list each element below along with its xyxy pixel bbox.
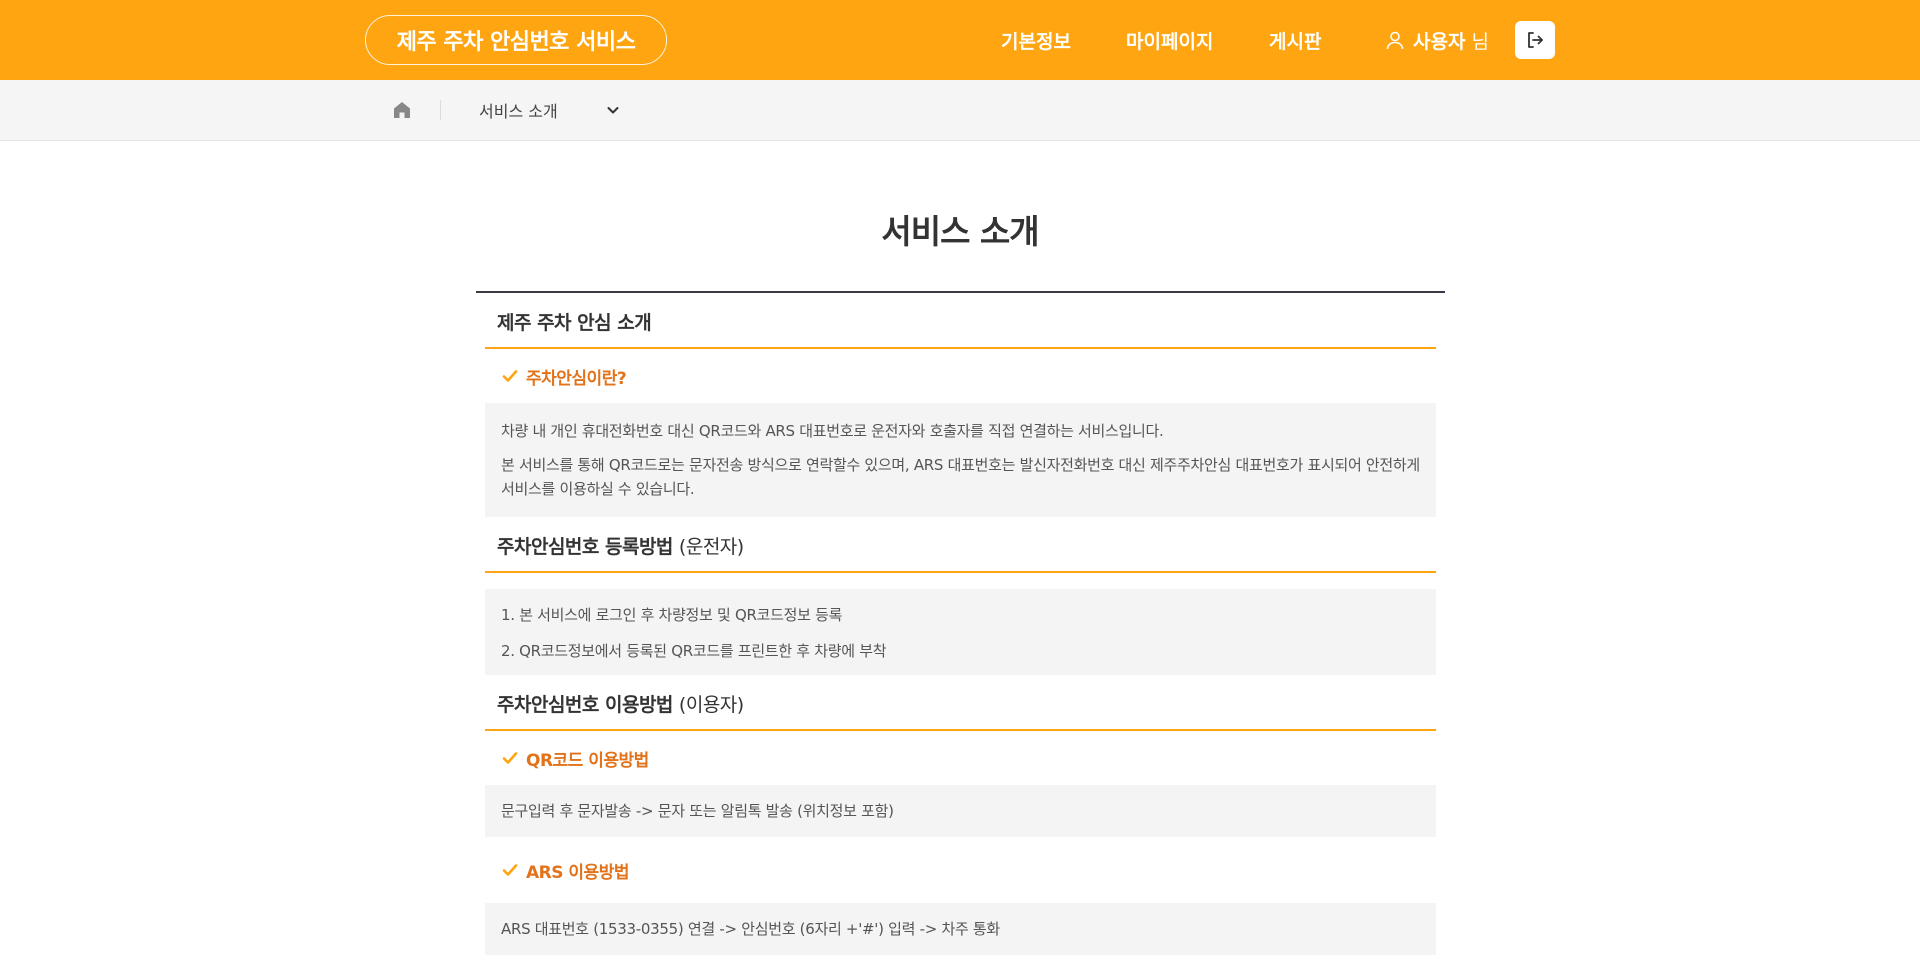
nav-board[interactable]: 게시판 [1269, 27, 1321, 54]
section-title: 주차안심번호 이용방법 (이용자) [485, 675, 1436, 731]
home-icon[interactable] [391, 99, 413, 121]
check-icon [502, 863, 518, 877]
info-text: 본 서비스를 통해 QR코드로는 문자전송 방식으로 연락할수 있으며, ARS… [501, 456, 1420, 498]
info-box: ARS 대표번호 (1533-0355) 연결 -> 안심번호 (6자리 +'#… [485, 903, 1436, 955]
section-title: 주차안심번호 등록방법 (운전자) [485, 517, 1436, 573]
page-title: 서비스 소개 [881, 212, 1039, 251]
sub-title-text: QR코드 이용방법 [526, 750, 649, 771]
step-text: 1. 본 서비스에 로그인 후 차량정보 및 QR코드정보 등록 [501, 606, 843, 624]
section-title-text: 주차안심번호 등록방법 [497, 536, 673, 558]
sub-title-text: ARS 이용방법 [526, 862, 629, 883]
section-intro: 제주 주차 안심 소개 주차안심이란? 차량 내 개인 휴대전화번호 대신 QR… [476, 293, 1445, 517]
section-title: 제주 주차 안심 소개 [485, 293, 1436, 349]
section-title-qualifier: (운전자) [678, 536, 744, 558]
nav-mypage[interactable]: 마이페이지 [1126, 27, 1213, 54]
breadcrumb-bar: 서비스 소개 [0, 80, 1920, 141]
user-name: 사용자 [1413, 30, 1466, 53]
sub-title: 주차안심이란? [485, 349, 1436, 403]
section-title-text: 주차안심번호 이용방법 [497, 694, 673, 716]
top-header: 제주 주차 안심번호 서비스 기본정보 마이페이지 게시판 사용자 님 [0, 0, 1920, 80]
step-text: 2. QR코드정보에서 등록된 QR코드를 프린트한 후 차량에 부착 [501, 642, 887, 660]
info-box: 차량 내 개인 휴대전화번호 대신 QR코드와 ARS 대표번호로 운전자와 호… [485, 403, 1436, 517]
section-title-text: 제주 주차 안심 소개 [497, 312, 652, 334]
main-content: 제주 주차 안심 소개 주차안심이란? 차량 내 개인 휴대전화번호 대신 QR… [476, 291, 1445, 955]
section-register: 주차안심번호 등록방법 (운전자) 1. 본 서비스에 로그인 후 차량정보 및… [476, 517, 1445, 675]
info-text: ARS 대표번호 (1533-0355) 연결 -> 안심번호 (6자리 +'#… [501, 920, 1000, 938]
user-suffix: 님 [1471, 30, 1489, 53]
user-menu[interactable]: 사용자 님 [1385, 0, 1489, 80]
check-icon [502, 369, 518, 383]
divider [440, 100, 441, 120]
nav-basic-info[interactable]: 기본정보 [1001, 27, 1071, 54]
chevron-down-icon[interactable] [605, 102, 621, 118]
logout-icon [1525, 30, 1545, 50]
sub-title: ARS 이용방법 [485, 837, 1436, 903]
breadcrumb-current[interactable]: 서비스 소개 [479, 80, 558, 140]
sub-title-text: 주차안심이란? [526, 368, 627, 389]
site-logo[interactable]: 제주 주차 안심번호 서비스 [365, 15, 667, 65]
check-icon [502, 751, 518, 765]
info-box: 1. 본 서비스에 로그인 후 차량정보 및 QR코드정보 등록 2. QR코드… [485, 589, 1436, 675]
logout-button[interactable] [1515, 21, 1555, 59]
info-text: 차량 내 개인 휴대전화번호 대신 QR코드와 ARS 대표번호로 운전자와 호… [501, 422, 1164, 440]
user-icon [1385, 30, 1405, 50]
sub-title: QR코드 이용방법 [485, 731, 1436, 785]
section-title-qualifier: (이용자) [678, 694, 744, 716]
info-text: 문구입력 후 문자발송 -> 문자 또는 알림톡 발송 (위치정보 포함) [501, 802, 894, 820]
info-box: 문구입력 후 문자발송 -> 문자 또는 알림톡 발송 (위치정보 포함) [485, 785, 1436, 837]
section-usage: 주차안심번호 이용방법 (이용자) QR코드 이용방법 문구입력 후 문자발송 … [476, 675, 1445, 955]
